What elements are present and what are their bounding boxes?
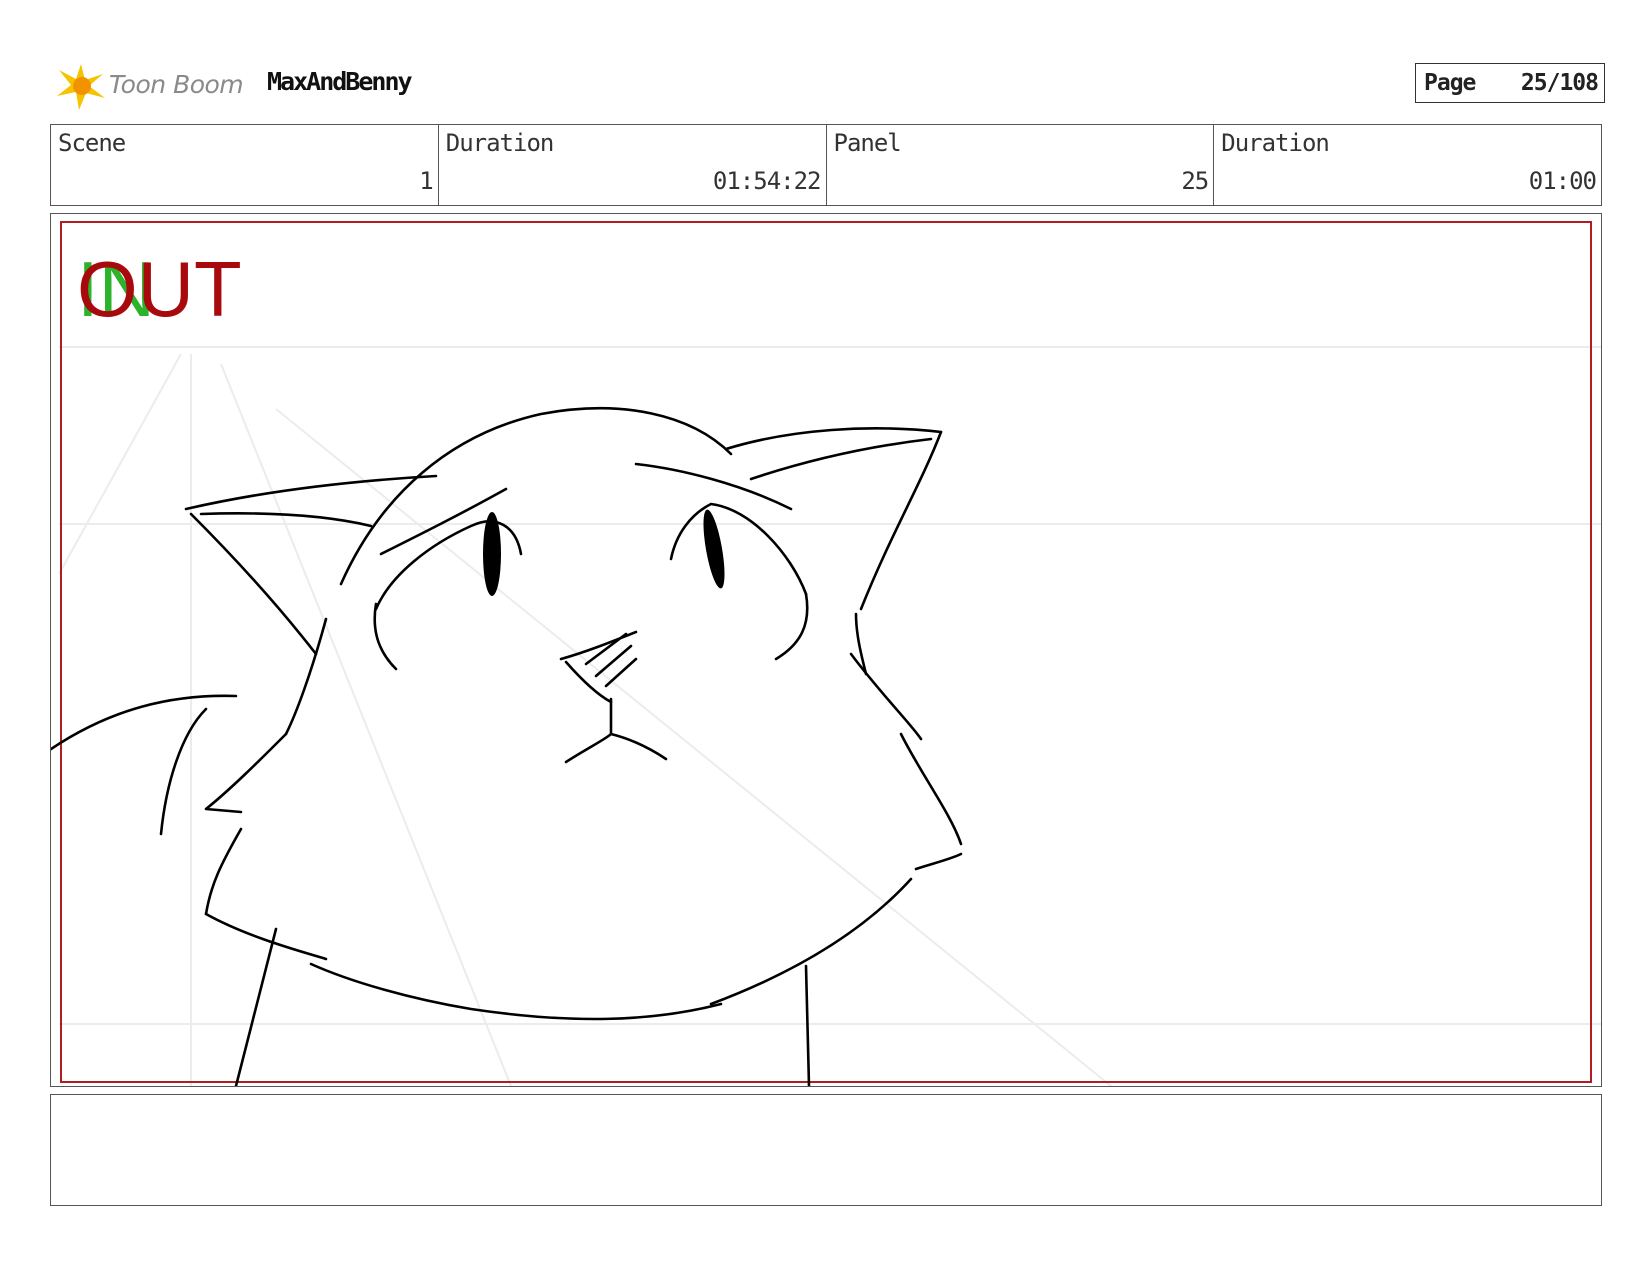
cat-sketch bbox=[51, 407, 963, 1086]
panel-duration-cell: Duration 01:00 bbox=[1214, 125, 1601, 205]
panel-label: Panel bbox=[833, 129, 902, 157]
project-title: MaxAndBenny bbox=[267, 67, 413, 96]
scene-value: 1 bbox=[419, 167, 433, 195]
scene-info-row: Scene 1 Duration 01:54:22 Panel 25 Durat… bbox=[50, 124, 1602, 206]
page-number: 25/108 bbox=[1520, 70, 1599, 96]
panel-caption-box bbox=[50, 1094, 1602, 1206]
out-marker: OUT bbox=[77, 245, 242, 333]
panel-value: 25 bbox=[1181, 167, 1209, 195]
brand-name: Toon Boom bbox=[109, 70, 244, 99]
right-eye bbox=[703, 509, 725, 589]
panel-duration-value: 01:00 bbox=[1528, 167, 1597, 195]
scene-duration-value: 01:54:22 bbox=[712, 167, 822, 195]
panel-duration-label: Duration bbox=[1221, 129, 1330, 157]
camera-frame bbox=[60, 221, 1592, 1083]
scene-duration-cell: Duration 01:54:22 bbox=[439, 125, 827, 205]
storyboard-panel: IN OUT bbox=[50, 213, 1602, 1087]
panel-drawing: IN OUT bbox=[51, 221, 1601, 1086]
toon-boom-logo-icon bbox=[57, 64, 105, 110]
panel-cell: Panel 25 bbox=[827, 125, 1215, 205]
page-header: Toon Boom MaxAndBenny Page 25/108 bbox=[55, 55, 1605, 115]
page-label: Page bbox=[1424, 70, 1476, 96]
left-eye bbox=[483, 512, 501, 596]
scene-label: Scene bbox=[58, 129, 126, 157]
scene-cell: Scene 1 bbox=[51, 125, 439, 205]
page-indicator: Page 25/108 bbox=[1415, 63, 1605, 103]
scene-duration-label: Duration bbox=[445, 129, 555, 157]
